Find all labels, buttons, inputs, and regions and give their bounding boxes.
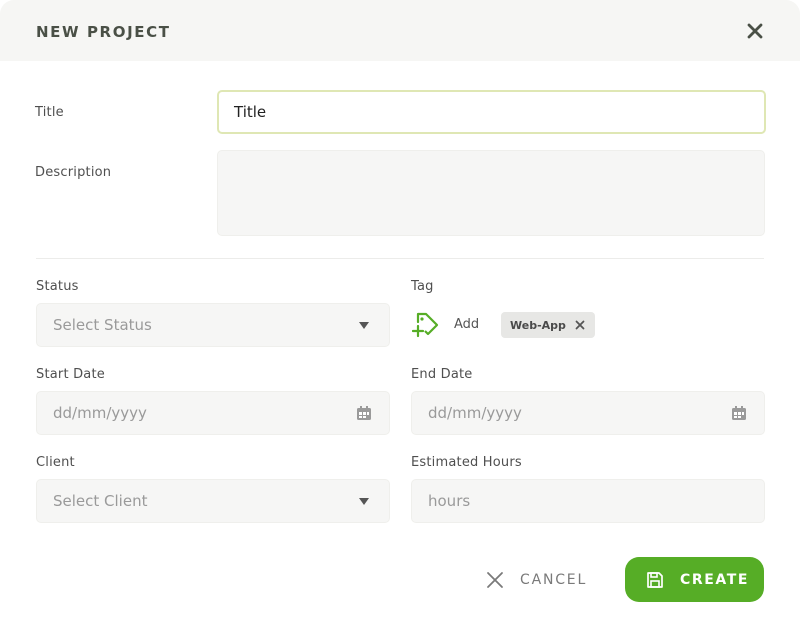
dialog-title: NEW PROJECT (36, 23, 171, 41)
start-date-label: Start Date (36, 367, 105, 382)
title-input[interactable]: Title (217, 90, 766, 134)
start-date-placeholder: dd/mm/yyyy (53, 404, 147, 422)
title-input-value: Title (234, 103, 267, 121)
cancel-button-label: CANCEL (520, 572, 588, 588)
chevron-down-icon (359, 498, 369, 505)
close-icon (487, 572, 503, 588)
estimated-hours-label: Estimated Hours (411, 455, 522, 470)
tag-add-icon[interactable] (412, 310, 440, 338)
calendar-icon[interactable] (356, 405, 372, 421)
client-label: Client (36, 455, 75, 470)
tag-chip-label: Web-App (510, 318, 566, 332)
tag-chip: Web-App (501, 312, 595, 338)
create-button[interactable]: CREATE (625, 557, 764, 602)
create-button-label: CREATE (680, 571, 750, 588)
client-select-placeholder: Select Client (53, 492, 148, 510)
estimated-hours-input[interactable]: hours (411, 479, 765, 523)
chevron-down-icon (359, 322, 369, 329)
title-label: Title (35, 105, 64, 120)
close-button[interactable] (744, 20, 766, 42)
tag-label: Tag (411, 279, 434, 294)
start-date-input[interactable]: dd/mm/yyyy (36, 391, 390, 435)
section-divider (36, 258, 764, 259)
status-select-placeholder: Select Status (53, 316, 152, 334)
status-label: Status (36, 279, 79, 294)
cancel-button[interactable]: CANCEL (478, 563, 598, 597)
client-select[interactable]: Select Client (36, 479, 390, 523)
chip-remove-icon[interactable] (574, 319, 586, 331)
description-textarea[interactable] (217, 150, 765, 236)
dialog-header: NEW PROJECT (0, 0, 800, 61)
save-icon (647, 571, 663, 588)
close-icon (747, 23, 763, 39)
description-label: Description (35, 165, 112, 180)
end-date-placeholder: dd/mm/yyyy (428, 404, 522, 422)
calendar-icon[interactable] (731, 405, 747, 421)
new-project-dialog: NEW PROJECT Title Title Description Stat… (0, 0, 800, 638)
end-date-input[interactable]: dd/mm/yyyy (411, 391, 765, 435)
estimated-hours-placeholder: hours (428, 492, 471, 510)
tag-add-label[interactable]: Add (454, 317, 479, 332)
end-date-label: End Date (411, 367, 473, 382)
status-select[interactable]: Select Status (36, 303, 390, 347)
